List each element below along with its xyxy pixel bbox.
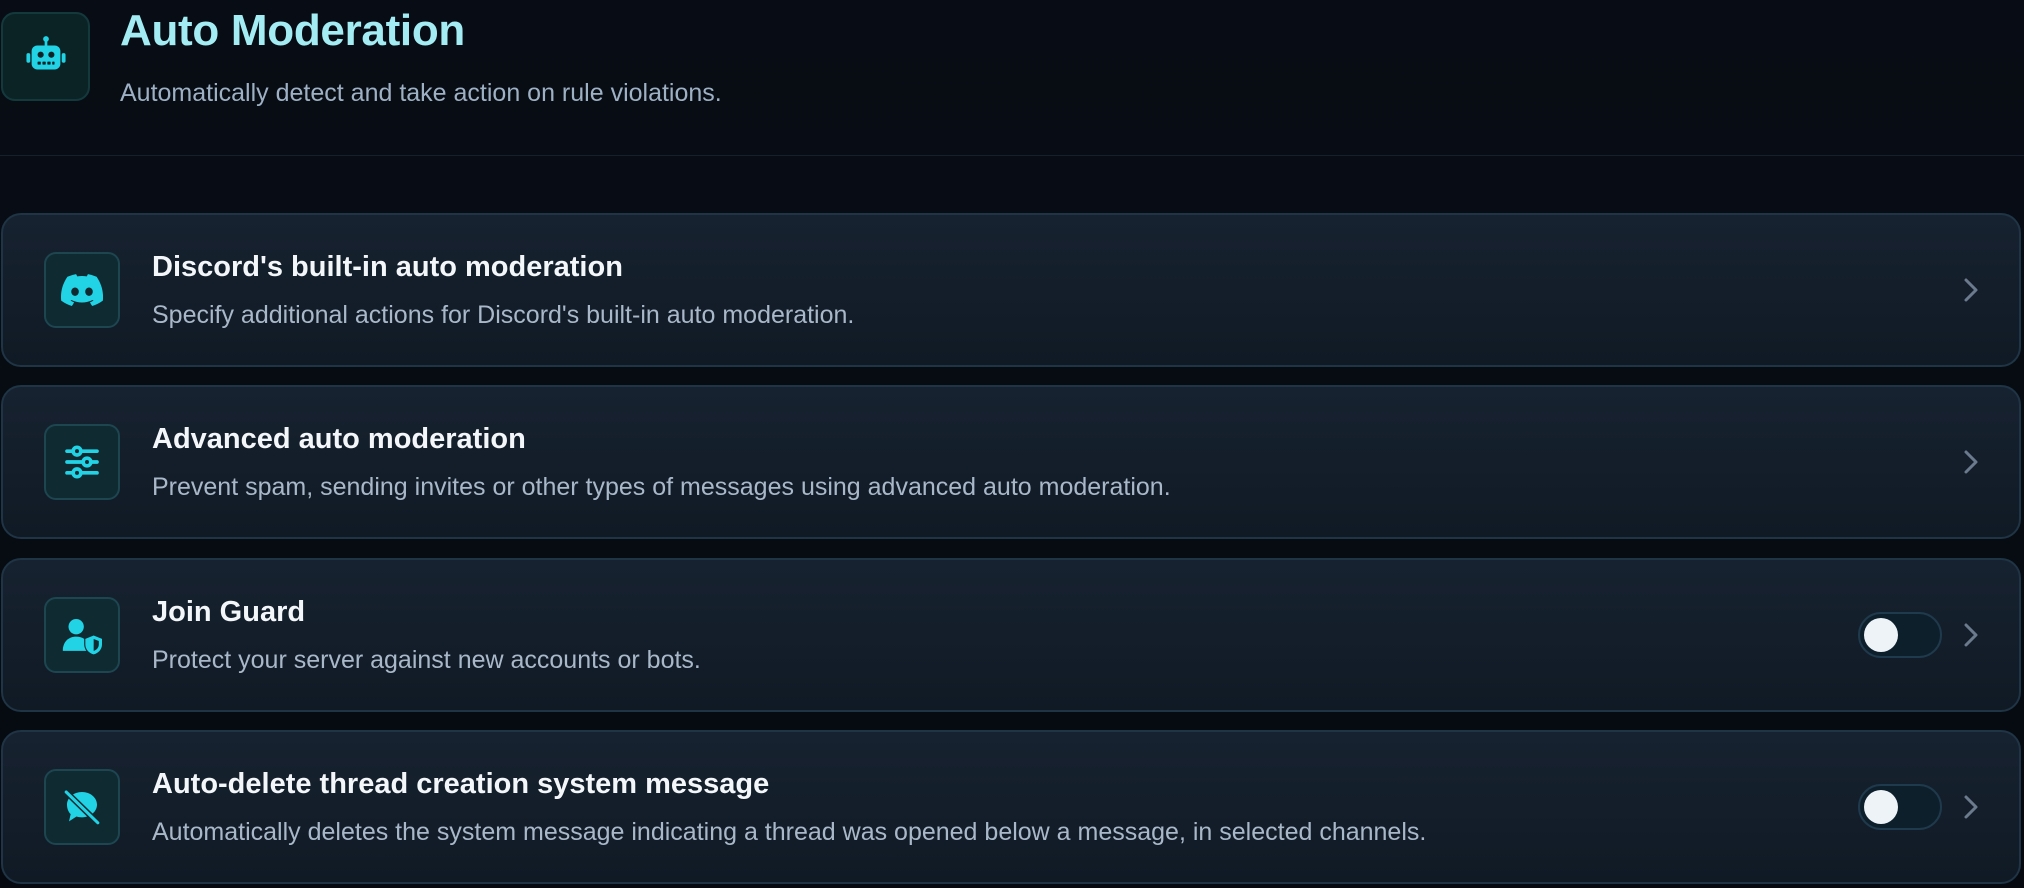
module-description: Specify additional actions for Discord's… <box>152 301 855 329</box>
chevron-right-icon <box>1953 617 1989 653</box>
module-card-discord-automod[interactable]: Discord's built-in auto moderation Speci… <box>1 213 2021 367</box>
user-shield-icon <box>44 597 120 673</box>
module-description: Automatically deletes the system message… <box>152 818 1427 846</box>
toggle-knob <box>1864 790 1898 824</box>
discord-icon <box>44 252 120 328</box>
module-title: Discord's built-in auto moderation <box>152 251 623 283</box>
auto-moderation-page: Auto Moderation Automatically detect and… <box>0 0 2024 888</box>
robot-icon <box>1 12 90 101</box>
chevron-right-icon <box>1953 444 1989 480</box>
module-title: Advanced auto moderation <box>152 423 526 455</box>
module-description: Prevent spam, sending invites or other t… <box>152 473 1171 501</box>
page-header: Auto Moderation Automatically detect and… <box>0 0 2024 156</box>
join-guard-toggle[interactable] <box>1858 612 1942 658</box>
module-title: Auto-delete thread creation system messa… <box>152 768 770 800</box>
module-title: Join Guard <box>152 596 306 628</box>
toggle-knob <box>1864 618 1898 652</box>
module-card-join-guard[interactable]: Join Guard Protect your server against n… <box>1 558 2021 712</box>
module-card-advanced-automod[interactable]: Advanced auto moderation Prevent spam, s… <box>1 385 2021 539</box>
sliders-icon <box>44 424 120 500</box>
auto-delete-thread-message-toggle[interactable] <box>1858 784 1942 830</box>
page-subtitle: Automatically detect and take action on … <box>120 79 722 107</box>
module-description: Protect your server against new accounts… <box>152 646 701 674</box>
page-title: Auto Moderation <box>120 6 466 55</box>
module-card-auto-delete-thread-message[interactable]: Auto-delete thread creation system messa… <box>1 730 2021 884</box>
chevron-right-icon <box>1953 789 1989 825</box>
chevron-right-icon <box>1953 272 1989 308</box>
message-slash-icon <box>44 769 120 845</box>
